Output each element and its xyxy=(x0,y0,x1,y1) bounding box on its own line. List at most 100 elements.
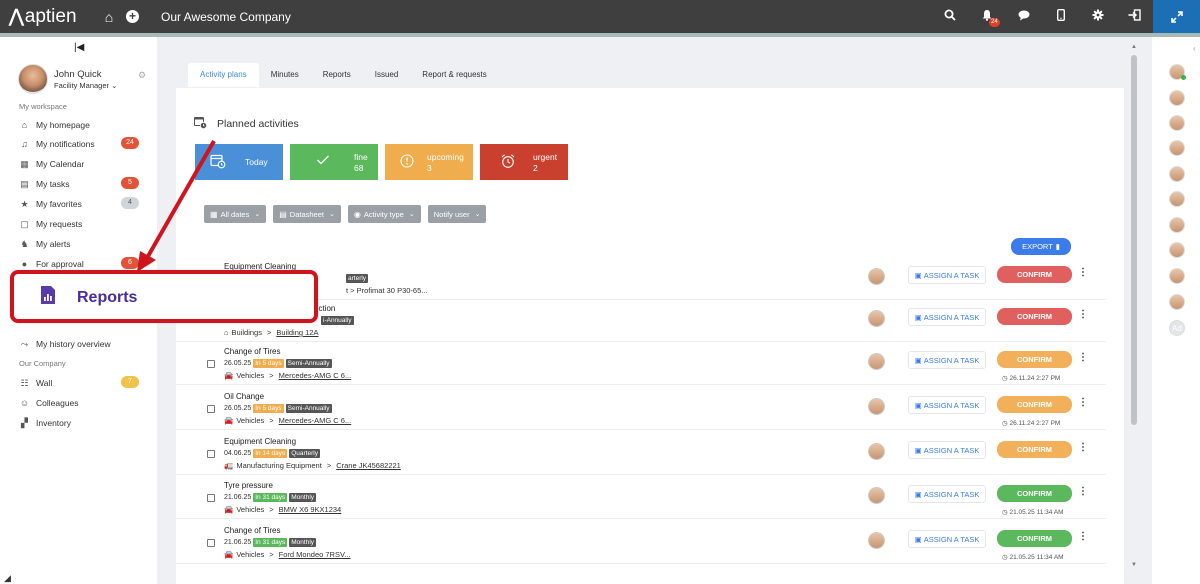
table-row[interactable]: Tyre pressure 21.06.25 In 31 days Monthl… xyxy=(176,475,1106,519)
filter-datasheet-button[interactable]: ▤ Datasheet ⌄ xyxy=(273,205,341,223)
confirm-button[interactable]: CONFIRM xyxy=(997,530,1072,547)
row-title[interactable]: Change of Tires xyxy=(224,347,280,356)
collapse-sidebar-icon[interactable]: |◀ xyxy=(74,42,84,53)
more-options-icon[interactable]: ⋮ xyxy=(1078,267,1088,278)
tab-issued[interactable]: Issued xyxy=(363,63,411,87)
table-row[interactable]: Oil Change 26.05.25 In 5 days Semi-Annua… xyxy=(176,386,1106,430)
app-logo[interactable]: ⋀ aptien xyxy=(9,6,91,28)
assignee-avatar[interactable] xyxy=(868,310,885,327)
more-options-icon[interactable]: ⋮ xyxy=(1078,309,1088,320)
colleague-avatar[interactable] xyxy=(1169,294,1185,310)
more-options-icon[interactable]: ⋮ xyxy=(1078,486,1088,497)
colleague-avatar[interactable] xyxy=(1169,191,1185,207)
tab-report-requests[interactable]: Report & requests xyxy=(410,63,498,87)
more-options-icon[interactable]: ⋮ xyxy=(1078,352,1088,363)
company-name[interactable]: Our Awesome Company xyxy=(161,10,291,24)
search-icon[interactable] xyxy=(931,9,968,24)
add-icon[interactable]: + xyxy=(126,10,139,23)
row-title[interactable]: Equipment Cleaning xyxy=(224,437,296,446)
row-breadcrumb-target[interactable]: Mercedes-AMG C 6... xyxy=(279,416,352,425)
settings-gear-icon[interactable] xyxy=(1079,9,1116,24)
colleague-avatar[interactable] xyxy=(1169,242,1185,258)
filter-dates-button[interactable]: ▦ All dates ⌄ xyxy=(204,205,267,223)
confirm-button[interactable]: CONFIRM xyxy=(997,351,1072,368)
main-scrollbar[interactable] xyxy=(1131,55,1137,425)
assignee-avatar[interactable] xyxy=(868,398,885,415)
notification-bell-icon[interactable]: 24 xyxy=(968,9,1005,27)
row-breadcrumb-target[interactable]: Mercedes-AMG C 6... xyxy=(279,371,352,380)
sidebar-item-homepage[interactable]: ⌂ My homepage xyxy=(19,118,139,132)
sidebar-item-alerts[interactable]: ♞ My alerts xyxy=(19,237,139,251)
row-breadcrumb-target[interactable]: Ford Mondeo 7RSV... xyxy=(279,550,351,559)
row-checkbox[interactable] xyxy=(207,539,215,547)
more-options-icon[interactable]: ⋮ xyxy=(1078,442,1088,453)
sidebar-item-wall[interactable]: ☷ Wall 7 xyxy=(19,376,139,390)
chat-icon[interactable] xyxy=(1005,10,1042,24)
table-row[interactable]: Equipment Cleaning 04.06.25 In 14 days Q… xyxy=(176,431,1106,475)
row-breadcrumb-target[interactable]: t > Profimat 30 P30-65... xyxy=(346,286,428,295)
sidebar-item-favorites[interactable]: ★ My favorites 4 xyxy=(19,197,139,211)
row-checkbox[interactable] xyxy=(207,494,215,502)
row-title[interactable]: Tyre pressure xyxy=(224,481,273,490)
confirm-button[interactable]: CONFIRM xyxy=(997,485,1072,502)
tile-fine[interactable]: fine 68 xyxy=(290,144,378,180)
tab-activity-plans[interactable]: Activity plans xyxy=(188,63,259,87)
assignee-avatar[interactable] xyxy=(868,443,885,460)
row-checkbox[interactable] xyxy=(207,360,215,368)
tile-today[interactable]: Today xyxy=(195,144,283,180)
colleague-avatar[interactable] xyxy=(1169,166,1185,182)
confirm-button[interactable]: CONFIRM xyxy=(997,441,1072,458)
confirm-button[interactable]: CONFIRM xyxy=(997,266,1072,283)
colleague-avatar[interactable] xyxy=(1169,140,1185,156)
assign-task-button[interactable]: ▣ ASSIGN A TASK xyxy=(908,485,986,503)
colleague-avatar[interactable] xyxy=(1169,90,1185,106)
assign-task-button[interactable]: ▣ ASSIGN A TASK xyxy=(908,530,986,548)
colleague-avatar[interactable] xyxy=(1169,268,1185,284)
filter-activity-type-button[interactable]: ◉ Activity type ⌄ xyxy=(347,205,421,223)
scroll-down-icon[interactable]: ▼ xyxy=(1131,562,1137,568)
more-options-icon[interactable]: ⋮ xyxy=(1078,531,1088,542)
row-checkbox[interactable] xyxy=(207,405,215,413)
sidebar-item-inventory[interactable]: ▞ Inventory xyxy=(19,416,139,430)
user-avatar[interactable] xyxy=(18,64,48,94)
bottom-left-icon[interactable]: ◢ xyxy=(4,573,11,584)
home-icon[interactable]: ⌂ xyxy=(101,9,117,25)
row-breadcrumb-target[interactable]: BMW X6 9KX1234 xyxy=(279,505,342,514)
assign-task-button[interactable]: ▣ ASSIGN A TASK xyxy=(908,308,986,326)
chevron-left-icon[interactable]: ‹ xyxy=(1193,44,1196,53)
confirm-button[interactable]: CONFIRM xyxy=(997,396,1072,413)
confirm-button[interactable]: CONFIRM xyxy=(997,308,1072,325)
row-title[interactable]: Oil Change xyxy=(224,392,264,401)
more-options-icon[interactable]: ⋮ xyxy=(1078,397,1088,408)
user-profile[interactable]: John Quick Facility Manager ⌄ xyxy=(18,64,117,94)
assignee-avatar[interactable] xyxy=(868,268,885,285)
colleague-avatar-initials[interactable]: Ad xyxy=(1169,320,1185,336)
mobile-icon[interactable] xyxy=(1042,8,1079,24)
sidebar-item-approval[interactable]: ● For approval 6 xyxy=(19,257,139,271)
tile-urgent[interactable]: urgent 2 xyxy=(480,144,568,180)
reports-callout[interactable]: Reports xyxy=(10,270,318,323)
assign-task-button[interactable]: ▣ ASSIGN A TASK xyxy=(908,441,986,459)
assign-task-button[interactable]: ▣ ASSIGN A TASK xyxy=(908,396,986,414)
sidebar-item-calendar[interactable]: ▦ My Calendar xyxy=(19,157,139,171)
sidebar-item-tasks[interactable]: ▤ My tasks 5 xyxy=(19,177,139,191)
assignee-avatar[interactable] xyxy=(868,353,885,370)
assignee-avatar[interactable] xyxy=(868,532,885,549)
assign-task-button[interactable]: ▣ ASSIGN A TASK xyxy=(908,266,986,284)
sidebar-item-notifications[interactable]: ♫ My notifications 24 xyxy=(19,137,139,151)
tile-upcoming[interactable]: upcoming 3 xyxy=(385,144,473,180)
sidebar-item-history[interactable]: ⤳ My history overview xyxy=(19,337,139,351)
filter-notify-user-button[interactable]: Notify user ⌄ xyxy=(427,205,487,223)
table-row[interactable]: Change of Tires 21.06.25 In 31 days Mont… xyxy=(176,520,1106,564)
colleague-avatar[interactable] xyxy=(1169,115,1185,131)
row-breadcrumb-target[interactable]: Building 12A xyxy=(276,328,318,337)
profile-settings-icon[interactable]: ⚙ xyxy=(138,70,146,81)
colleague-avatar[interactable] xyxy=(1169,217,1185,233)
assign-task-button[interactable]: ▣ ASSIGN A TASK xyxy=(908,351,986,369)
row-checkbox[interactable] xyxy=(207,450,215,458)
row-title[interactable]: Change of Tires xyxy=(224,526,280,535)
assignee-avatar[interactable] xyxy=(868,487,885,504)
row-breadcrumb-target[interactable]: Crane JK45682221 xyxy=(336,461,401,470)
sidebar-item-colleagues[interactable]: ☺ Colleagues xyxy=(19,396,139,410)
logout-icon[interactable] xyxy=(1116,9,1153,24)
